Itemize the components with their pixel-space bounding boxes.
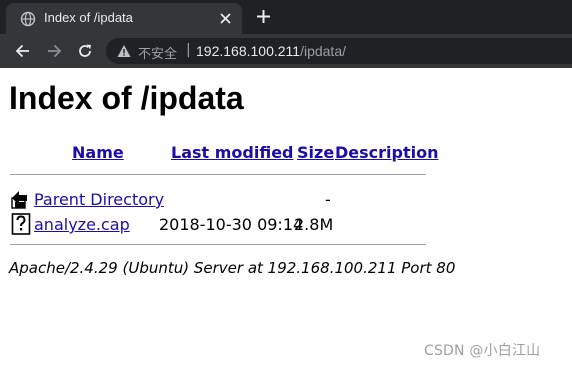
new-tab-icon[interactable]: [256, 9, 271, 24]
unknown-file-icon[interactable]: [11, 213, 31, 235]
parent-directory-size: -: [325, 190, 331, 209]
url-text[interactable]: 192.168.100.211/ipdata/: [196, 43, 346, 59]
address-bar[interactable]: 不安全 | 192.168.100.211/ipdata/: [106, 38, 572, 64]
divider: [10, 174, 426, 175]
globe-icon: [20, 11, 36, 27]
file-last-modified: 2018-10-30 09:14: [159, 215, 304, 234]
security-label[interactable]: 不安全: [138, 43, 177, 62]
url-path: /ipdata/: [300, 43, 347, 59]
file-size: 2.8M: [294, 215, 334, 234]
warning-icon[interactable]: [117, 44, 131, 58]
url-separator: |: [186, 42, 191, 58]
back-folder-icon[interactable]: [11, 188, 31, 210]
forward-arrow-icon[interactable]: [46, 43, 62, 59]
url-host: 192.168.100.211: [196, 43, 301, 59]
file-link-analyze-cap[interactable]: analyze.cap: [34, 215, 130, 234]
column-header-description[interactable]: Description: [335, 143, 438, 162]
close-icon[interactable]: [219, 12, 232, 25]
parent-directory-link[interactable]: Parent Directory: [34, 190, 164, 209]
divider: [10, 244, 426, 245]
back-arrow-icon[interactable]: [15, 43, 31, 59]
browser-toolbar: 不安全 | 192.168.100.211/ipdata/: [0, 34, 572, 68]
tab-strip: Index of /ipdata: [0, 0, 572, 34]
column-header-name[interactable]: Name: [72, 143, 124, 162]
page-title: Index of /ipdata: [9, 80, 244, 116]
reload-icon[interactable]: [77, 43, 93, 59]
watermark: CSDN @小白江山: [424, 343, 541, 359]
tab-title: Index of /ipdata: [44, 10, 133, 25]
server-signature: Apache/2.4.29 (Ubuntu) Server at 192.168…: [9, 259, 456, 277]
column-header-last-modified[interactable]: Last modified: [171, 143, 294, 162]
column-header-size[interactable]: Size: [297, 143, 334, 162]
browser-tab[interactable]: Index of /ipdata: [6, 3, 242, 34]
